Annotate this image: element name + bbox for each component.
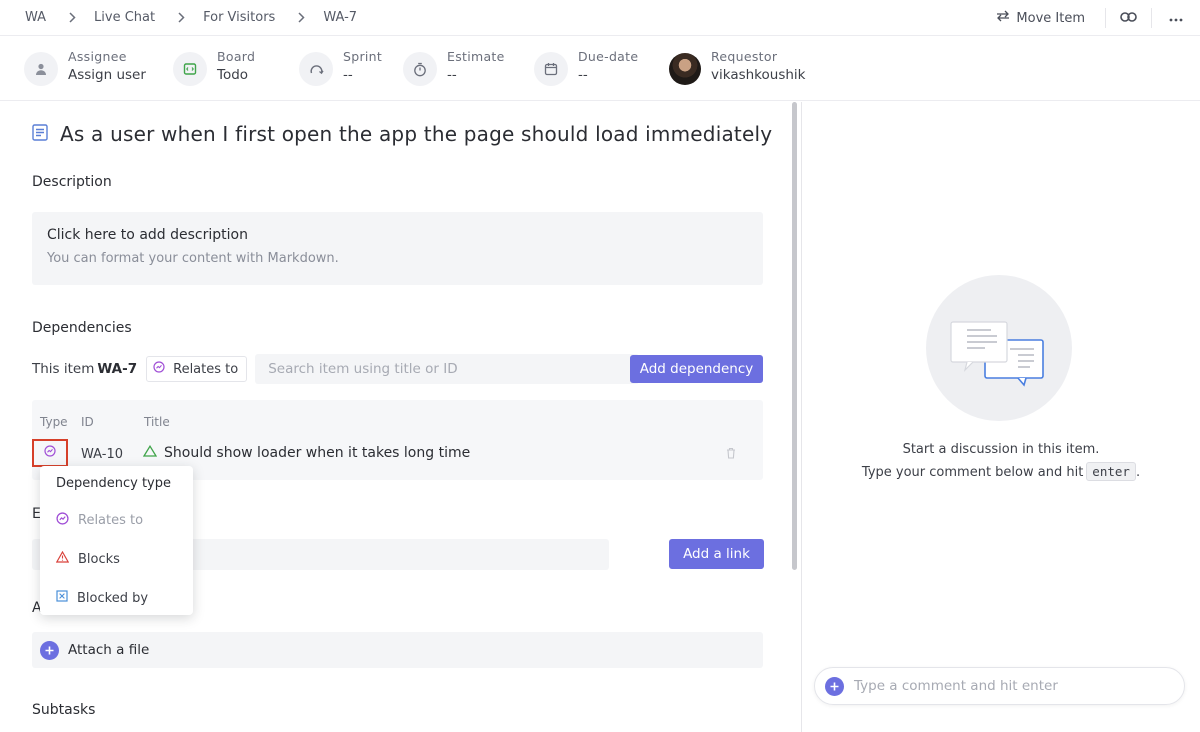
description-placeholder-sub: You can format your content with Markdow… [47, 251, 339, 266]
page-title[interactable]: As a user when I first open the app the … [60, 122, 772, 146]
discussion-hint-end: . [1135, 465, 1141, 480]
user-icon [24, 52, 58, 86]
this-item-id: WA-7 [97, 361, 138, 377]
discussion-empty-line1: Start a discussion in this item. [902, 442, 1100, 457]
dependencies-heading: Dependencies [32, 320, 132, 336]
top-actions: Move Item [996, 0, 1200, 36]
estimate-field[interactable]: Estimate -- [403, 49, 505, 86]
dependency-type-button[interactable] [32, 439, 68, 467]
breadcrumb-project[interactable]: Live Chat [94, 10, 155, 25]
item-details-panel: As a user when I first open the app the … [0, 102, 800, 732]
sprint-icon [299, 52, 333, 86]
assignee-label: Assignee [68, 49, 127, 64]
estimate-value: -- [447, 67, 457, 83]
dependency-id[interactable]: WA-10 [81, 447, 123, 462]
column-header-id: ID [81, 415, 94, 429]
relates-to-icon [44, 445, 56, 461]
breadcrumb: WA Live Chat For Visitors WA-7 [0, 10, 357, 25]
chevron-right-icon [66, 12, 78, 23]
add-attachment-icon[interactable] [825, 676, 844, 696]
requestor-field[interactable]: Requestor vikashkoushik [669, 49, 806, 85]
estimate-label: Estimate [447, 49, 505, 64]
menu-item-blocked-by[interactable]: Blocked by [56, 590, 148, 606]
swap-arrows-icon [996, 10, 1010, 26]
board-icon [173, 52, 207, 86]
sprint-value: -- [343, 67, 353, 83]
breadcrumb-board[interactable]: For Visitors [203, 10, 275, 25]
chevron-right-icon [295, 12, 307, 23]
assignee-value: Assign user [68, 67, 146, 83]
sprint-label: Sprint [343, 49, 383, 64]
warning-triangle-icon [55, 550, 70, 567]
relation-type-label: Relates to [173, 361, 239, 377]
subtasks-heading: Subtasks [32, 702, 96, 718]
relation-type-select[interactable]: Relates to [146, 356, 248, 382]
menu-item-label: Blocks [78, 551, 120, 567]
more-options-button[interactable] [1152, 8, 1200, 28]
due-date-label: Due-date [578, 49, 639, 64]
dependency-type-menu-title: Dependency type [56, 476, 172, 491]
item-title-row: As a user when I first open the app the … [32, 122, 772, 146]
document-icon [32, 123, 48, 145]
stopwatch-icon [403, 52, 437, 86]
chat-bubbles-icon [926, 275, 1072, 421]
board-value: Todo [217, 67, 249, 83]
attach-file-label: Attach a file [68, 642, 150, 658]
item-meta-bar: Assignee Assign user Board Todo Sprint -… [0, 37, 1200, 101]
this-item-text: This item WA-7 [32, 361, 137, 377]
relates-to-icon [153, 361, 165, 377]
discussion-empty-line2: Type your comment below and hit enter. [802, 462, 1200, 481]
due-date-value: -- [578, 67, 588, 83]
discussion-panel: Start a discussion in this item. Type yo… [802, 102, 1200, 732]
relates-to-icon [56, 512, 69, 529]
menu-item-blocks[interactable]: Blocks [55, 550, 120, 567]
description-editor[interactable]: Click here to add description You can fo… [32, 212, 763, 285]
discussion-hint: Type your comment below and hit [861, 465, 1084, 480]
this-item-label: This item [32, 361, 95, 377]
dependency-title[interactable]: Should show loader when it takes long ti… [142, 444, 471, 461]
attach-file-button[interactable]: Attach a file [32, 632, 763, 668]
enter-key-badge: enter [1086, 462, 1136, 481]
details-scrollbar[interactable] [792, 102, 797, 570]
menu-item-relates-to[interactable]: Relates to [56, 512, 143, 529]
chevron-right-icon [175, 12, 187, 23]
copy-link-button[interactable] [1106, 8, 1152, 28]
requestor-label: Requestor [711, 49, 778, 64]
dependency-search-input[interactable]: Search item using title or ID [255, 354, 640, 384]
breadcrumb-workspace[interactable]: WA [25, 10, 46, 25]
trash-icon[interactable] [726, 447, 736, 463]
blocked-square-icon [56, 590, 68, 606]
description-placeholder-title: Click here to add description [47, 227, 248, 243]
link-icon [1120, 10, 1137, 26]
more-horizontal-icon [1169, 10, 1183, 26]
menu-item-label: Relates to [78, 513, 144, 528]
comment-input[interactable]: Type a comment and hit enter [814, 667, 1185, 705]
top-bar: WA Live Chat For Visitors WA-7 Move Item [0, 0, 1200, 36]
column-header-title: Title [144, 415, 170, 429]
calendar-icon [534, 52, 568, 86]
due-date-field[interactable]: Due-date -- [534, 49, 638, 86]
requestor-value: vikashkoushik [711, 67, 806, 83]
sprint-field[interactable]: Sprint -- [299, 49, 382, 86]
avatar [669, 53, 701, 85]
comment-placeholder: Type a comment and hit enter [854, 678, 1058, 694]
dependency-form: This item WA-7 Relates to Search item usi… [32, 354, 763, 384]
dependency-type-menu: Dependency type Relates to Blocks Blocke… [40, 466, 193, 615]
menu-item-label: Blocked by [77, 590, 149, 606]
story-triangle-icon [142, 444, 158, 461]
assignee-field[interactable]: Assignee Assign user [24, 49, 146, 86]
breadcrumb-item[interactable]: WA-7 [323, 10, 357, 25]
plus-icon [40, 640, 59, 660]
dependency-title-text: Should show loader when it takes long ti… [164, 445, 471, 461]
column-header-type: Type [40, 415, 68, 429]
move-item-button[interactable]: Move Item [996, 8, 1106, 28]
move-item-label: Move Item [1016, 10, 1085, 26]
add-link-button[interactable]: Add a link [669, 539, 764, 569]
description-heading: Description [32, 174, 112, 190]
board-label: Board [217, 49, 256, 64]
add-dependency-button[interactable]: Add dependency [630, 355, 763, 383]
board-field[interactable]: Board Todo [173, 49, 255, 86]
